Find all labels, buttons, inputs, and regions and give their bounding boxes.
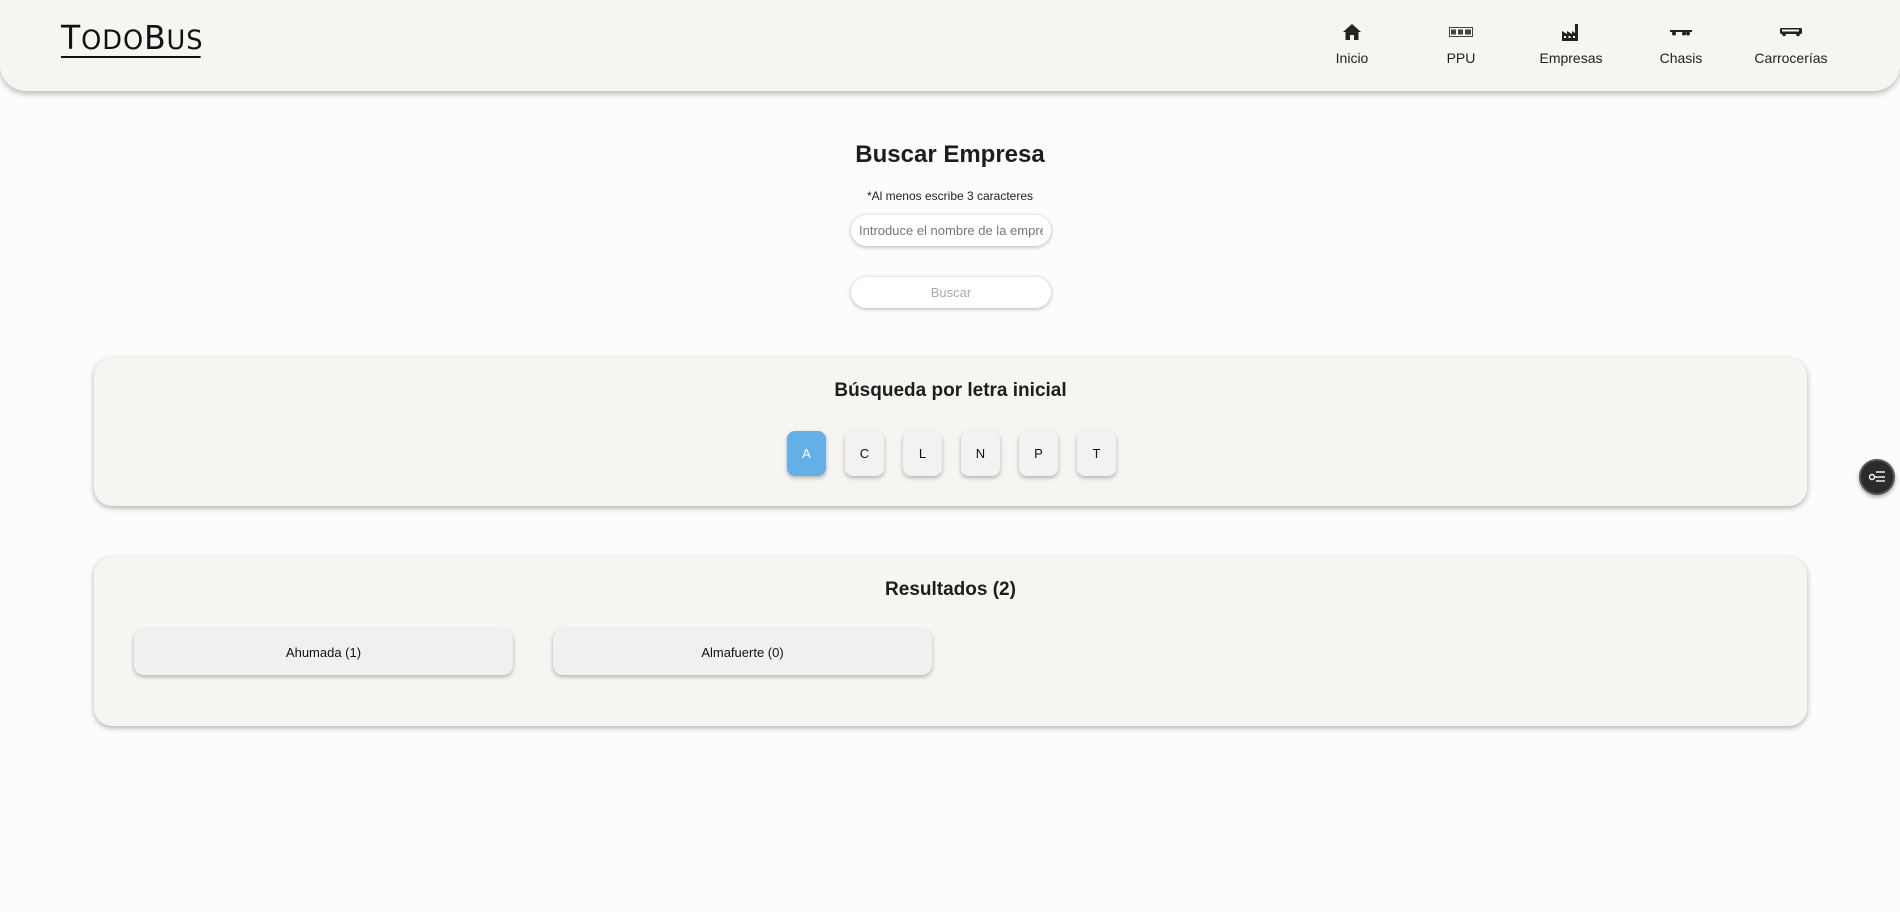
letter-search-card: Búsqueda por letra inicial A C L N P T (94, 358, 1807, 506)
nav-item-empresas[interactable]: Empresas (1516, 20, 1626, 70)
nav-label-ppu: PPU (1446, 50, 1476, 66)
top-header: TODOBUS Inicio PPU Empresas Chasis Carro… (0, 0, 1900, 91)
letter-search-title: Búsqueda por letra inicial (834, 380, 1067, 401)
result-item-ahumada[interactable]: Ahumada (1) (134, 629, 513, 675)
results-title: Resultados (2) (885, 579, 1016, 600)
bus-icon (1779, 20, 1803, 44)
letter-buttons: A C L N P T (94, 431, 1807, 476)
nav-label-chasis: Chasis (1659, 50, 1703, 66)
home-icon (1342, 20, 1362, 44)
filter-fab-button[interactable] (1859, 459, 1895, 495)
license-plate-icon (1449, 20, 1473, 44)
nav-item-inicio[interactable]: Inicio (1298, 20, 1406, 70)
results-list: Ahumada (1) Almafuerte (0) (134, 629, 932, 675)
search-hint: *Al menos escribe 3 caracteres (866, 189, 1034, 203)
nav-label-carrocerias: Carrocerías (1754, 50, 1828, 66)
letter-button-p[interactable]: P (1019, 431, 1058, 476)
nav-item-ppu[interactable]: PPU (1406, 20, 1516, 70)
nav-item-carrocerias[interactable]: Carrocerías (1736, 20, 1846, 70)
main-nav: Inicio PPU Empresas Chasis Carrocerías (1298, 20, 1846, 70)
letter-button-l[interactable]: L (903, 431, 942, 476)
todobus-logo[interactable]: TODOBUS (61, 18, 208, 58)
nav-label-empresas: Empresas (1539, 50, 1603, 66)
letter-button-n[interactable]: N (961, 431, 1000, 476)
logo-text: TODOBUS (61, 18, 204, 58)
results-card: Resultados (2) Ahumada (1) Almafuerte (0… (94, 557, 1807, 726)
nav-label-inicio: Inicio (1335, 50, 1369, 66)
chassis-icon (1669, 20, 1693, 44)
search-button[interactable]: Buscar (851, 277, 1051, 308)
filter-settings-icon (1868, 468, 1886, 487)
company-search-input[interactable] (851, 215, 1051, 246)
nav-item-chasis[interactable]: Chasis (1626, 20, 1736, 70)
letter-button-a[interactable]: A (787, 431, 826, 476)
result-item-almafuerte[interactable]: Almafuerte (0) (553, 629, 932, 675)
page-title: Buscar Empresa (855, 141, 1045, 168)
letter-button-c[interactable]: C (845, 431, 884, 476)
letter-button-t[interactable]: T (1077, 431, 1116, 476)
factory-icon (1561, 20, 1581, 44)
